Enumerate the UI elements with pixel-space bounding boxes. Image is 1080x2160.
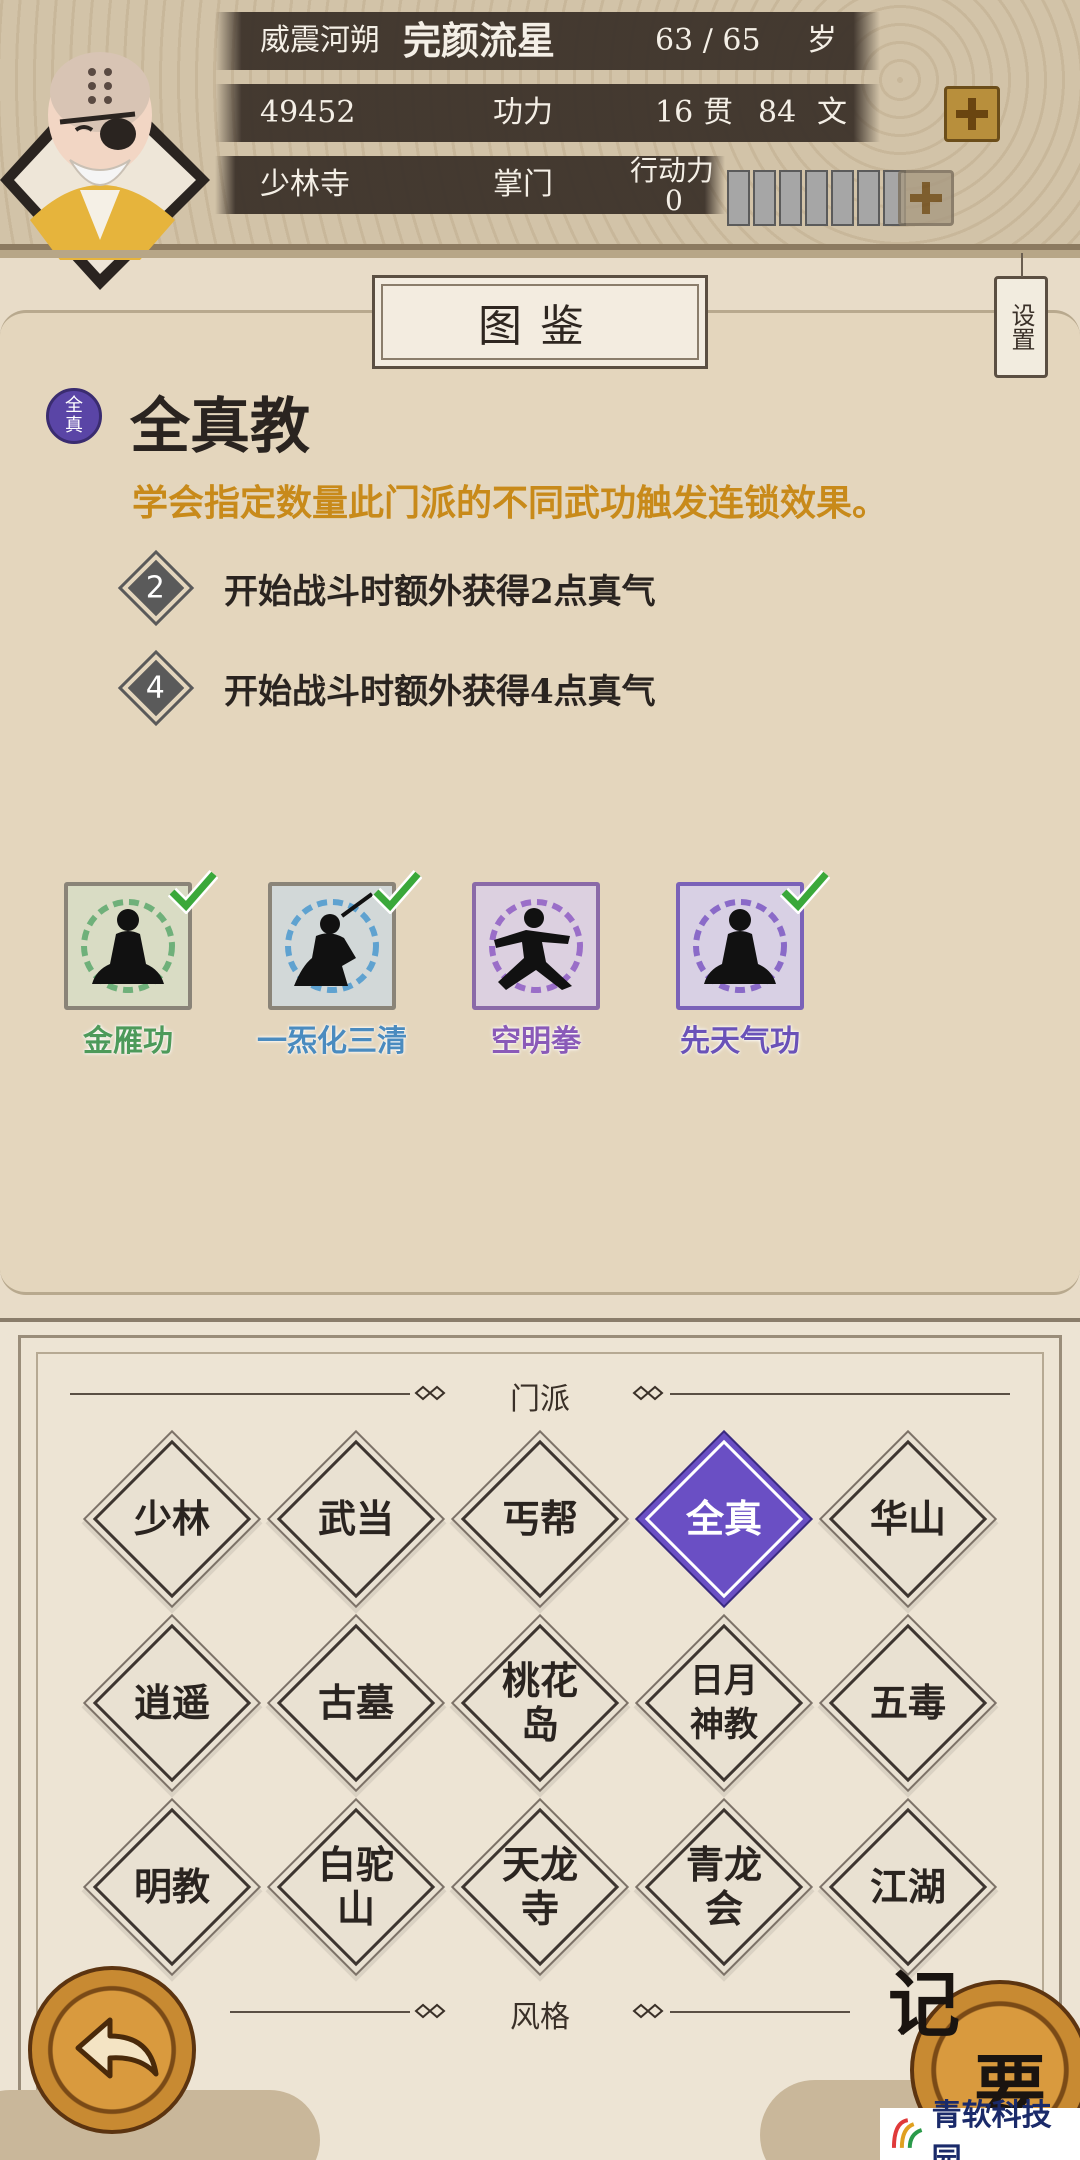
skill-card-yiqihuasanqing[interactable]: 一炁化三清: [232, 870, 432, 1062]
learned-check-icon: [780, 870, 830, 914]
skill-name: 先天气功: [680, 1024, 800, 1059]
rank-label: 掌门: [493, 167, 553, 202]
effect-count: 2: [146, 570, 166, 606]
learned-check-icon: [168, 870, 218, 914]
sect-button-label: 华山: [869, 1496, 946, 1541]
sect-button-label: 全真: [685, 1496, 762, 1541]
settings-button[interactable]: 设置: [994, 253, 1048, 378]
effect-count: 4: [146, 670, 166, 706]
knot-ornament-icon: [632, 1385, 664, 1401]
skill-name: 空明拳: [491, 1024, 581, 1059]
sect-button-label: 桃花岛: [501, 1658, 578, 1747]
chain-effect-2: 4 开始战斗时额外获得4点真气: [117, 649, 656, 727]
count-diamond-icon: 2: [117, 549, 195, 627]
add-money-button[interactable]: [944, 86, 1000, 142]
effect-text: 开始战斗时额外获得4点真气: [224, 671, 656, 712]
power-value: 49452: [260, 95, 356, 130]
back-arrow-icon: [75, 2017, 159, 2079]
add-action-button[interactable]: [898, 170, 954, 226]
header-row-stats: 49452 功力 16 贯 84 文: [215, 84, 880, 142]
panel-title: 图鉴: [372, 275, 708, 369]
skill-icon: [64, 870, 218, 1010]
skill-card-jinyangong[interactable]: 金雁功: [28, 870, 228, 1062]
knot-ornament-icon: [632, 2003, 664, 2019]
watermark-text: 青软科技园: [931, 2098, 1052, 2160]
sect-button-label: 江湖: [869, 1864, 946, 1909]
back-button[interactable]: [28, 1966, 196, 2134]
sect-button-label: 白驼山: [317, 1842, 394, 1931]
sect-button-1[interactable]: 武当: [276, 1439, 436, 1599]
sect-button-0[interactable]: 少林: [92, 1439, 252, 1599]
skill-card-kongmingquan[interactable]: 空明拳: [436, 882, 636, 1062]
action-energy-bar: [727, 170, 906, 228]
skill-icon: [472, 882, 600, 1010]
sect-button-9[interactable]: 五毒: [828, 1623, 988, 1783]
sect-name: 全真教: [130, 392, 310, 462]
sect-button-11[interactable]: 白驼山: [276, 1807, 436, 1967]
divider-right: [670, 2011, 850, 2013]
status-header: 威震河朔 完颜流星 63 / 65 岁 49452 功力 16 贯 84 文 少…: [0, 0, 1080, 290]
age-value: 63 / 65: [655, 23, 761, 58]
chain-effect-1: 2 开始战斗时额外获得2点真气: [117, 549, 656, 627]
skill-name: 一炁化三清: [257, 1024, 407, 1059]
money-wen: 84: [758, 95, 797, 130]
divider-right: [670, 1393, 1010, 1395]
action-value: 0: [665, 184, 683, 217]
effect-text: 开始战斗时额外获得2点真气: [224, 571, 656, 612]
sect-badge-icon: 全真: [46, 388, 102, 444]
sect-affiliation: 少林寺: [260, 167, 350, 202]
brand-logo-icon: [891, 2118, 923, 2148]
memo-char-1: 记: [888, 1962, 961, 2047]
sect-button-3[interactable]: 全真: [644, 1439, 804, 1599]
character-name: 完颜流星: [403, 18, 556, 63]
sect-button-label: 古墓: [317, 1680, 394, 1725]
count-diamond-icon: 4: [117, 649, 195, 727]
money-guan: 16: [655, 95, 694, 130]
sect-button-5[interactable]: 逍遥: [92, 1623, 252, 1783]
skill-card-xiantianqigong[interactable]: 先天气功: [640, 870, 840, 1062]
learned-check-icon: [372, 870, 422, 914]
title-label: 威震河朔: [260, 23, 380, 58]
sect-button-14[interactable]: 江湖: [828, 1807, 988, 1967]
sect-button-label: 丐帮: [501, 1496, 578, 1541]
sect-button-8[interactable]: 日月 神教: [644, 1623, 804, 1783]
sect-button-label: 少林: [133, 1496, 210, 1541]
settings-label: 设置: [1007, 303, 1035, 351]
sect-description: 学会指定数量此门派的不同武功触发连锁效果。: [132, 482, 889, 524]
sect-button-4[interactable]: 华山: [828, 1439, 988, 1599]
sect-button-label: 明教: [133, 1864, 210, 1909]
header-row-sect: 少林寺 掌门 行动力 0: [215, 154, 725, 217]
skill-icon: [268, 870, 422, 1010]
sect-button-12[interactable]: 天龙寺: [460, 1807, 620, 1967]
sect-button-2[interactable]: 丐帮: [460, 1439, 620, 1599]
money-wen-unit: 文: [817, 95, 847, 130]
age-unit: 岁: [807, 23, 837, 58]
sect-badge-label: 全真: [65, 395, 83, 436]
watermark-logo: 青软科技园: [880, 2098, 1080, 2160]
header-row-identity: 威震河朔 完颜流星 63 / 65 岁: [215, 12, 880, 70]
sect-button-10[interactable]: 明教: [92, 1807, 252, 1967]
money-guan-unit: 贯: [703, 95, 733, 130]
sect-button-label: 青龙会: [685, 1842, 762, 1931]
sect-button-6[interactable]: 古墓: [276, 1623, 436, 1783]
fist-fighter-icon: [489, 899, 583, 993]
sect-button-label: 五毒: [869, 1680, 946, 1725]
sect-button-7[interactable]: 桃花岛: [460, 1623, 620, 1783]
sect-button-label: 武当: [317, 1496, 394, 1541]
sect-button-label: 日月 神教: [690, 1661, 758, 1745]
power-label: 功力: [493, 95, 553, 130]
skill-name: 金雁功: [83, 1024, 173, 1059]
sect-button-label: 天龙寺: [501, 1842, 578, 1931]
sect-button-13[interactable]: 青龙会: [644, 1807, 804, 1967]
sect-section-label: 门派: [510, 1382, 570, 1417]
skill-icon: [676, 870, 830, 1010]
character-avatar[interactable]: [0, 30, 210, 290]
sect-button-label: 逍遥: [133, 1680, 210, 1725]
